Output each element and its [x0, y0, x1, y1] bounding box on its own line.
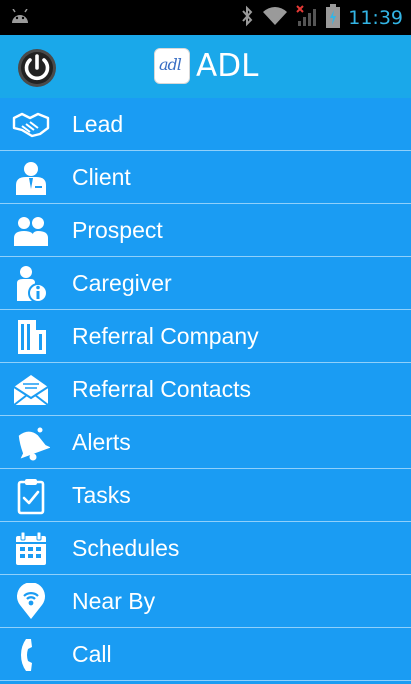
menu-item-alerts[interactable]: Alerts: [0, 416, 411, 469]
caregiver-info-icon: [12, 265, 50, 303]
menu-item-caregiver[interactable]: Caregiver: [0, 257, 411, 310]
people-icon: [12, 212, 50, 250]
menu-item-label: Referral Company: [72, 323, 259, 349]
menu-item-lead[interactable]: Lead: [0, 98, 411, 151]
location-pin-icon: [12, 582, 50, 621]
menu-item-label: Tasks: [72, 482, 131, 508]
envelope-icon: [12, 371, 50, 409]
menu-item-label: Near By: [72, 588, 156, 614]
menu-item-label: Caregiver: [72, 270, 172, 296]
menu-item-near-by[interactable]: Near By: [0, 575, 411, 628]
android-icon: [10, 8, 30, 30]
menu-item-label: Alerts: [72, 429, 131, 455]
menu-item-label: Schedules: [72, 535, 180, 561]
calendar-icon: [12, 530, 50, 568]
handshake-icon: [12, 106, 50, 144]
menu-item-label: Lead: [72, 111, 124, 137]
wifi-icon: [262, 6, 288, 31]
phone-icon: [12, 636, 50, 674]
menu-item-referral-company[interactable]: Referral Company: [0, 310, 411, 363]
client-icon: [12, 159, 50, 197]
menu-item-schedules[interactable]: Schedules: [0, 522, 411, 575]
status-bar: 11:39: [0, 0, 411, 35]
bell-icon: [12, 424, 51, 462]
menu-item-label: Referral Contacts: [72, 376, 251, 402]
signal-icon: [296, 4, 318, 32]
menu-item-prospect[interactable]: Prospect: [0, 204, 411, 257]
building-icon: [12, 318, 50, 356]
clipboard-check-icon: [12, 477, 50, 515]
menu-item-referral-contacts[interactable]: Referral Contacts: [0, 363, 411, 416]
clock: 11:39: [348, 7, 403, 29]
power-icon[interactable]: [16, 47, 58, 89]
menu-item-label: Prospect: [72, 217, 163, 243]
menu-item-tasks[interactable]: Tasks: [0, 469, 411, 522]
app-brand: adl ADL: [154, 48, 258, 84]
app-title: ADL: [196, 48, 259, 84]
main-menu: Lead Client Prospect Caregiver Referral …: [0, 98, 411, 684]
battery-charging-icon: [326, 3, 341, 33]
bluetooth-icon: [240, 5, 254, 32]
menu-item-label: Client: [72, 164, 131, 190]
action-bar: adl ADL: [0, 35, 411, 98]
app-logo: adl: [154, 48, 190, 84]
menu-item-label: Call: [72, 641, 112, 667]
menu-item-call[interactable]: Call: [0, 628, 411, 681]
menu-item-client[interactable]: Client: [0, 151, 411, 204]
